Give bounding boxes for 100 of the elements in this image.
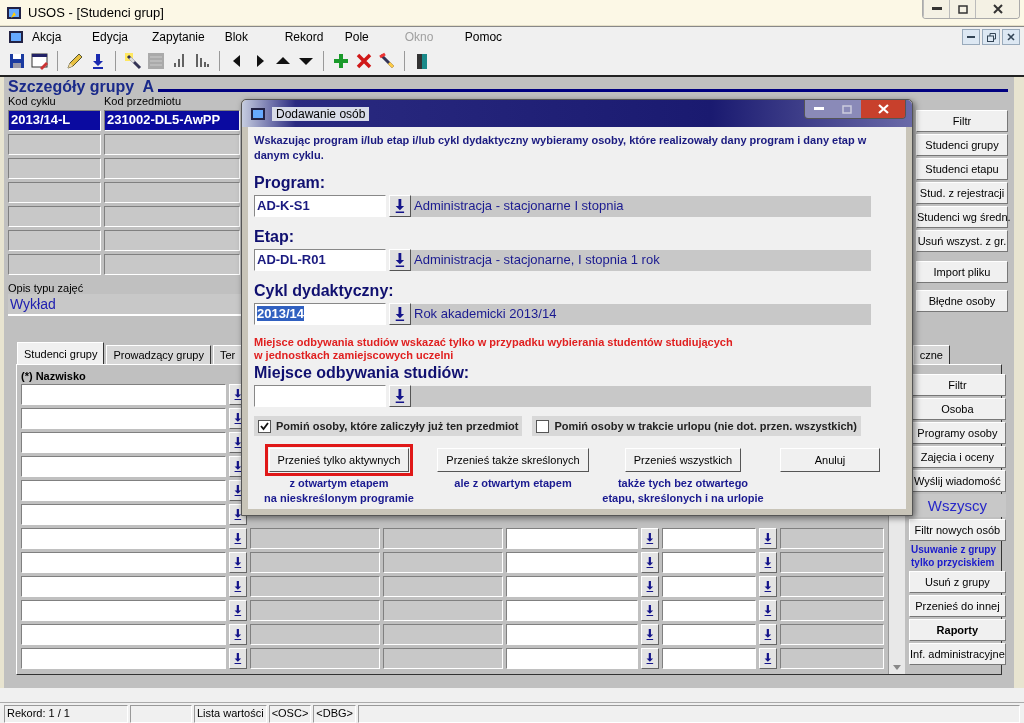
input-field[interactable] — [104, 206, 240, 227]
input-field[interactable] — [780, 600, 884, 621]
list-button[interactable] — [759, 600, 777, 621]
save-icon[interactable] — [8, 52, 26, 70]
input-field[interactable] — [21, 504, 226, 525]
input-field[interactable] — [383, 528, 503, 549]
action-button[interactable]: Przenieś tylko aktywnych — [268, 448, 410, 472]
input-field[interactable] — [21, 528, 226, 549]
action-button[interactable]: Przenieś wszystkich — [624, 448, 742, 472]
bar-chart-icon[interactable] — [193, 52, 211, 70]
list-button[interactable] — [229, 624, 247, 645]
input-field[interactable] — [383, 600, 503, 621]
input-field[interactable] — [780, 624, 884, 645]
tab[interactable]: Ter — [212, 345, 243, 364]
close-button[interactable] — [975, 0, 1019, 18]
code-field[interactable] — [254, 385, 386, 407]
maximize-button[interactable] — [949, 0, 975, 18]
input-field[interactable] — [250, 552, 380, 573]
list-button[interactable] — [759, 528, 777, 549]
side-button[interactable]: Studenci etapu — [916, 158, 1008, 180]
input-field[interactable] — [662, 600, 756, 621]
menu-item[interactable]: Pole — [336, 30, 397, 44]
side-button[interactable]: Stud. z rejestracji — [916, 182, 1008, 204]
list-button[interactable] — [389, 303, 411, 325]
input-field[interactable] — [21, 624, 226, 645]
delete-icon[interactable] — [355, 52, 373, 70]
input-field[interactable] — [506, 528, 638, 549]
input-field[interactable] — [780, 552, 884, 573]
input-field[interactable] — [21, 384, 226, 405]
input-field[interactable] — [21, 648, 226, 669]
input-field[interactable] — [104, 230, 240, 251]
input-field[interactable] — [250, 576, 380, 597]
input-field[interactable] — [506, 648, 638, 669]
input-field[interactable] — [104, 134, 240, 155]
tab[interactable]: Studenci grupy — [17, 342, 105, 364]
input-field[interactable] — [8, 254, 101, 275]
wand-icon[interactable] — [378, 52, 396, 70]
menu-item[interactable]: Pomoc — [456, 30, 517, 44]
input-field[interactable] — [662, 552, 756, 573]
list-button[interactable] — [641, 528, 659, 549]
input-field[interactable] — [780, 648, 884, 669]
side-button[interactable]: Błędne osoby — [916, 290, 1008, 312]
list-button[interactable] — [229, 648, 247, 669]
input-field[interactable] — [250, 648, 380, 669]
tab[interactable]: czne — [912, 345, 950, 364]
close-button[interactable] — [861, 100, 905, 118]
close-button[interactable] — [1002, 29, 1020, 45]
input-field[interactable] — [8, 182, 101, 203]
list-button[interactable] — [389, 195, 411, 217]
wand-icon[interactable] — [124, 52, 142, 70]
list-button[interactable] — [229, 576, 247, 597]
panel-button[interactable]: Inf. administracyjne — [909, 643, 1006, 665]
input-field[interactable] — [780, 576, 884, 597]
input-field[interactable] — [383, 648, 503, 669]
cycle-code-field[interactable]: 2013/14-L — [8, 110, 101, 131]
input-field[interactable] — [662, 648, 756, 669]
menu-item[interactable]: Rekord — [276, 30, 337, 44]
action-button[interactable]: Przenieś także skreślonych — [437, 448, 589, 472]
input-field[interactable] — [104, 158, 240, 179]
input-field[interactable] — [662, 528, 756, 549]
input-field[interactable] — [8, 134, 101, 155]
input-field[interactable] — [21, 552, 226, 573]
subject-code-field[interactable]: 231002-DL5-AwPP — [104, 110, 240, 131]
input-field[interactable] — [104, 254, 240, 275]
input-field[interactable] — [250, 600, 380, 621]
side-button[interactable]: Filtr — [916, 110, 1008, 132]
input-field[interactable] — [21, 456, 226, 477]
checkbox[interactable] — [258, 419, 271, 433]
list-button[interactable] — [229, 552, 247, 573]
panel-button[interactable]: Usuń z grupy — [909, 571, 1006, 593]
input-field[interactable] — [21, 600, 226, 621]
input-field[interactable] — [506, 624, 638, 645]
code-field[interactable]: AD-K-S1 — [254, 195, 386, 217]
list-button[interactable] — [641, 576, 659, 597]
input-field[interactable] — [506, 576, 638, 597]
checkbox[interactable] — [536, 419, 550, 433]
restore-button[interactable] — [982, 29, 1000, 45]
panel-button[interactable]: Raporty — [909, 619, 1006, 641]
list-button[interactable] — [641, 624, 659, 645]
code-field[interactable]: AD-DL-R01 — [254, 249, 386, 271]
input-field[interactable] — [8, 158, 101, 179]
minimize-button[interactable] — [962, 29, 980, 45]
input-field[interactable] — [21, 576, 226, 597]
list-button[interactable] — [389, 249, 411, 271]
grid-icon[interactable] — [147, 52, 165, 70]
side-button[interactable]: Usuń wszyst. z gr. — [916, 230, 1008, 252]
pencil-icon[interactable] — [66, 52, 84, 70]
menu-item[interactable]: Akcja — [24, 30, 84, 44]
input-field[interactable] — [383, 624, 503, 645]
input-field[interactable] — [21, 432, 226, 453]
side-button[interactable]: Studenci grupy — [916, 134, 1008, 156]
list-button[interactable] — [759, 648, 777, 669]
menu-item[interactable]: Edycja — [84, 30, 144, 44]
input-field[interactable] — [506, 600, 638, 621]
list-button[interactable] — [759, 624, 777, 645]
side-button[interactable]: Studenci wg średn. — [916, 206, 1008, 228]
tab[interactable]: Prowadzący grupy — [106, 345, 211, 364]
list-button[interactable] — [641, 648, 659, 669]
input-field[interactable] — [104, 182, 240, 203]
input-field[interactable] — [8, 230, 101, 251]
